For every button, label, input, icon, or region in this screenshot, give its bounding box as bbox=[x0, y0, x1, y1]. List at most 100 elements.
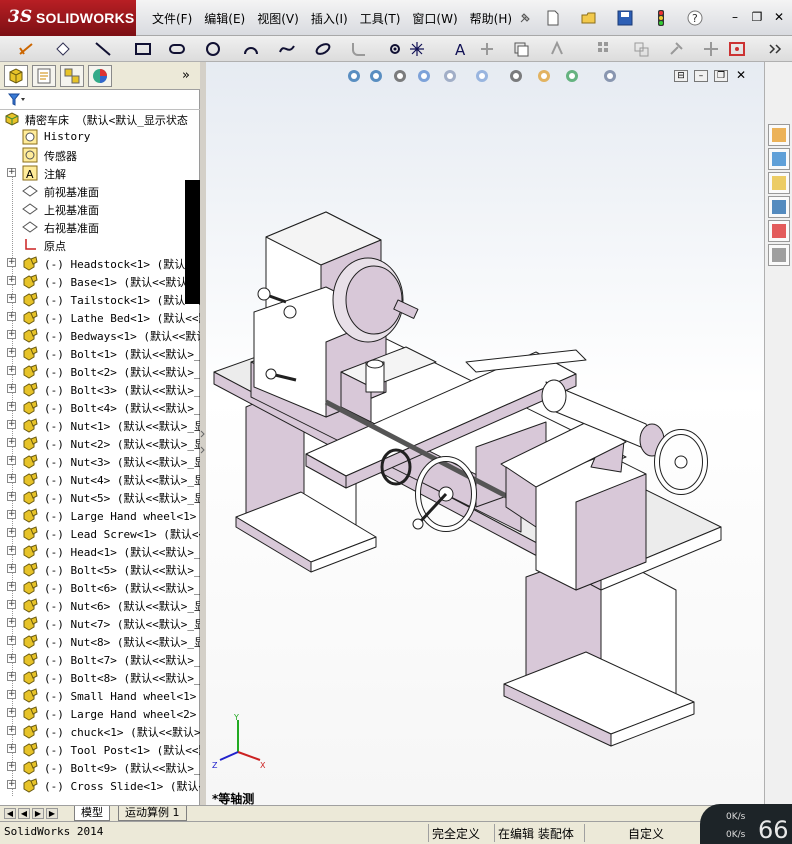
tree-component[interactable]: + (-) Tool Post<1> (默认<<默 bbox=[0, 740, 200, 758]
expand-icon[interactable]: + bbox=[7, 348, 16, 357]
tree-component[interactable]: + (-) Bolt<9> (默认<<默认>_显 bbox=[0, 758, 200, 776]
tree-component[interactable]: + (-) Cross Slide<1> (默认<< bbox=[0, 776, 200, 794]
custom-properties-icon[interactable] bbox=[768, 244, 790, 266]
tree-root[interactable]: 精密车床 （默认<默认_显示状态 bbox=[0, 110, 200, 128]
expand-icon[interactable]: + bbox=[7, 708, 16, 717]
tree-component[interactable]: + (-) Large Hand wheel<2> (默 bbox=[0, 704, 200, 722]
expand-icon[interactable]: + bbox=[7, 528, 16, 537]
display-manager-icon[interactable] bbox=[88, 65, 112, 87]
tree-component[interactable]: + (-) Nut<8> (默认<<默认>_显 bbox=[0, 632, 200, 650]
tree-item[interactable]: History bbox=[0, 128, 200, 146]
tree-component[interactable]: + (-) Bolt<2> (默认<<默认>_显 bbox=[0, 362, 200, 380]
expand-icon[interactable]: + bbox=[7, 780, 16, 789]
view-palette-icon[interactable] bbox=[768, 196, 790, 218]
expand-icon[interactable]: + bbox=[7, 744, 16, 753]
slot-icon[interactable] bbox=[168, 40, 186, 58]
expand-icon[interactable]: + bbox=[7, 168, 16, 177]
close-button[interactable]: ✕ bbox=[770, 9, 788, 25]
rapid-sketch-icon[interactable] bbox=[728, 40, 746, 58]
open-folder-icon[interactable] bbox=[580, 9, 598, 27]
menu-window[interactable]: 窗口(W) bbox=[406, 8, 463, 29]
tree-component[interactable]: + (-) Nut<6> (默认<<默认>_显 bbox=[0, 596, 200, 614]
traffic-light-icon[interactable] bbox=[652, 9, 670, 27]
pin-icon[interactable] bbox=[516, 9, 534, 27]
tab-model[interactable]: 模型 bbox=[74, 806, 110, 821]
tree-component[interactable]: + (-) Tailstock<1> (默认<<默 bbox=[0, 290, 200, 308]
design-library-icon[interactable] bbox=[768, 148, 790, 170]
tree-component[interactable]: + (-) Lathe Bed<1> (默认<<默 bbox=[0, 308, 200, 326]
file-explorer-icon[interactable] bbox=[768, 172, 790, 194]
tree-component[interactable]: + (-) Bolt<4> (默认<<默认>_显 bbox=[0, 398, 200, 416]
property-manager-icon[interactable] bbox=[32, 65, 56, 87]
expand-icon[interactable]: + bbox=[7, 654, 16, 663]
line-icon[interactable] bbox=[94, 40, 112, 58]
tree-item[interactable]: 传感器 bbox=[0, 146, 200, 164]
text-icon[interactable]: A bbox=[452, 40, 470, 59]
help-icon[interactable]: ? bbox=[686, 9, 704, 27]
expand-icon[interactable]: + bbox=[7, 636, 16, 645]
tree-component[interactable]: + (-) Bolt<5> (默认<<默认>_显 bbox=[0, 560, 200, 578]
expand-icon[interactable]: + bbox=[7, 276, 16, 285]
menu-tools[interactable]: 工具(T) bbox=[354, 8, 407, 29]
expand-icon[interactable]: + bbox=[7, 546, 16, 555]
menu-insert[interactable]: 插入(I) bbox=[305, 8, 354, 29]
configuration-manager-icon[interactable] bbox=[60, 65, 84, 87]
save-icon[interactable] bbox=[616, 9, 634, 27]
fillet-icon[interactable] bbox=[350, 40, 368, 58]
mirror-icon[interactable] bbox=[548, 40, 566, 58]
expand-icon[interactable]: + bbox=[7, 420, 16, 429]
tree-component[interactable]: + (-) Headstock<1> (默认<<默认 bbox=[0, 254, 200, 272]
expand-icon[interactable]: + bbox=[7, 456, 16, 465]
tree-component[interactable]: + (-) Bolt<3> (默认<<默认>_显 bbox=[0, 380, 200, 398]
expand-icon[interactable]: + bbox=[7, 690, 16, 699]
expand-icon[interactable]: + bbox=[7, 672, 16, 681]
arc-icon[interactable] bbox=[242, 40, 260, 58]
tree-component[interactable]: + (-) Nut<2> (默认<<默认>_显 bbox=[0, 434, 200, 452]
tree-component[interactable]: + (-) Nut<7> (默认<<默认>_显 bbox=[0, 614, 200, 632]
next-tab-icon[interactable]: ▶ bbox=[32, 808, 44, 819]
expand-icon[interactable]: + bbox=[7, 618, 16, 627]
tree-item[interactable]: 原点 bbox=[0, 236, 200, 254]
centerline-icon[interactable] bbox=[408, 40, 426, 58]
appearances-icon[interactable] bbox=[768, 220, 790, 242]
minimize-button[interactable]: – bbox=[726, 9, 744, 25]
expand-icon[interactable]: + bbox=[7, 762, 16, 771]
menu-file[interactable]: 文件(F) bbox=[146, 8, 198, 29]
expand-icon[interactable]: + bbox=[7, 438, 16, 447]
menu-edit[interactable]: 编辑(E) bbox=[198, 8, 251, 29]
expand-icon[interactable]: + bbox=[7, 510, 16, 519]
feature-manager-icon[interactable] bbox=[4, 65, 28, 87]
tree-component[interactable]: + (-) Head<1> (默认<<默认>_显 bbox=[0, 542, 200, 560]
expand-icon[interactable]: + bbox=[7, 492, 16, 501]
expand-icon[interactable]: + bbox=[7, 726, 16, 735]
tree-component[interactable]: + (-) Nut<1> (默认<<默认>_显 bbox=[0, 416, 200, 434]
pattern-icon[interactable] bbox=[596, 40, 614, 58]
expand-icon[interactable]: + bbox=[7, 474, 16, 483]
solidworks-logo[interactable]: 3S SOLIDWORKS bbox=[0, 0, 136, 36]
expand-pane-icon[interactable]: » bbox=[182, 68, 190, 83]
units-status[interactable]: 自定义 bbox=[628, 825, 664, 842]
tree-component[interactable]: + (-) Nut<4> (默认<<默认>_显 bbox=[0, 470, 200, 488]
expand-icon[interactable]: + bbox=[7, 564, 16, 573]
tree-item[interactable]: 上视基准面 bbox=[0, 200, 200, 218]
restore-button[interactable]: ❐ bbox=[748, 9, 766, 25]
new-document-icon[interactable] bbox=[544, 9, 562, 27]
resources-icon[interactable] bbox=[768, 124, 790, 146]
graphics-area[interactable]: ⊟ – ❐ ✕ Y X Z *等轴测 bbox=[206, 62, 764, 806]
expand-icon[interactable]: + bbox=[7, 258, 16, 267]
expand-icon[interactable]: + bbox=[7, 294, 16, 303]
tree-component[interactable]: + (-) Bolt<6> (默认<<默认>_显 bbox=[0, 578, 200, 596]
smart-dimension-icon[interactable] bbox=[18, 40, 36, 58]
expand-icon[interactable]: + bbox=[7, 366, 16, 375]
expand-icon[interactable]: + bbox=[7, 312, 16, 321]
spline-icon[interactable] bbox=[278, 40, 296, 58]
tree-item[interactable]: 右视基准面 bbox=[0, 218, 200, 236]
tree-component[interactable]: + (-) Lead Screw<1> (默认<<默 bbox=[0, 524, 200, 542]
tree-component[interactable]: + (-) Small Hand wheel<1> (默 bbox=[0, 686, 200, 704]
tree-component[interactable]: + (-) Bolt<8> (默认<<默认>_显 bbox=[0, 668, 200, 686]
repair-icon[interactable] bbox=[668, 40, 686, 58]
tree-component[interactable]: + (-) Nut<3> (默认<<默认>_显 bbox=[0, 452, 200, 470]
filter-icon[interactable] bbox=[7, 93, 25, 107]
point-icon[interactable] bbox=[386, 40, 404, 58]
trim-icon[interactable] bbox=[478, 40, 496, 58]
